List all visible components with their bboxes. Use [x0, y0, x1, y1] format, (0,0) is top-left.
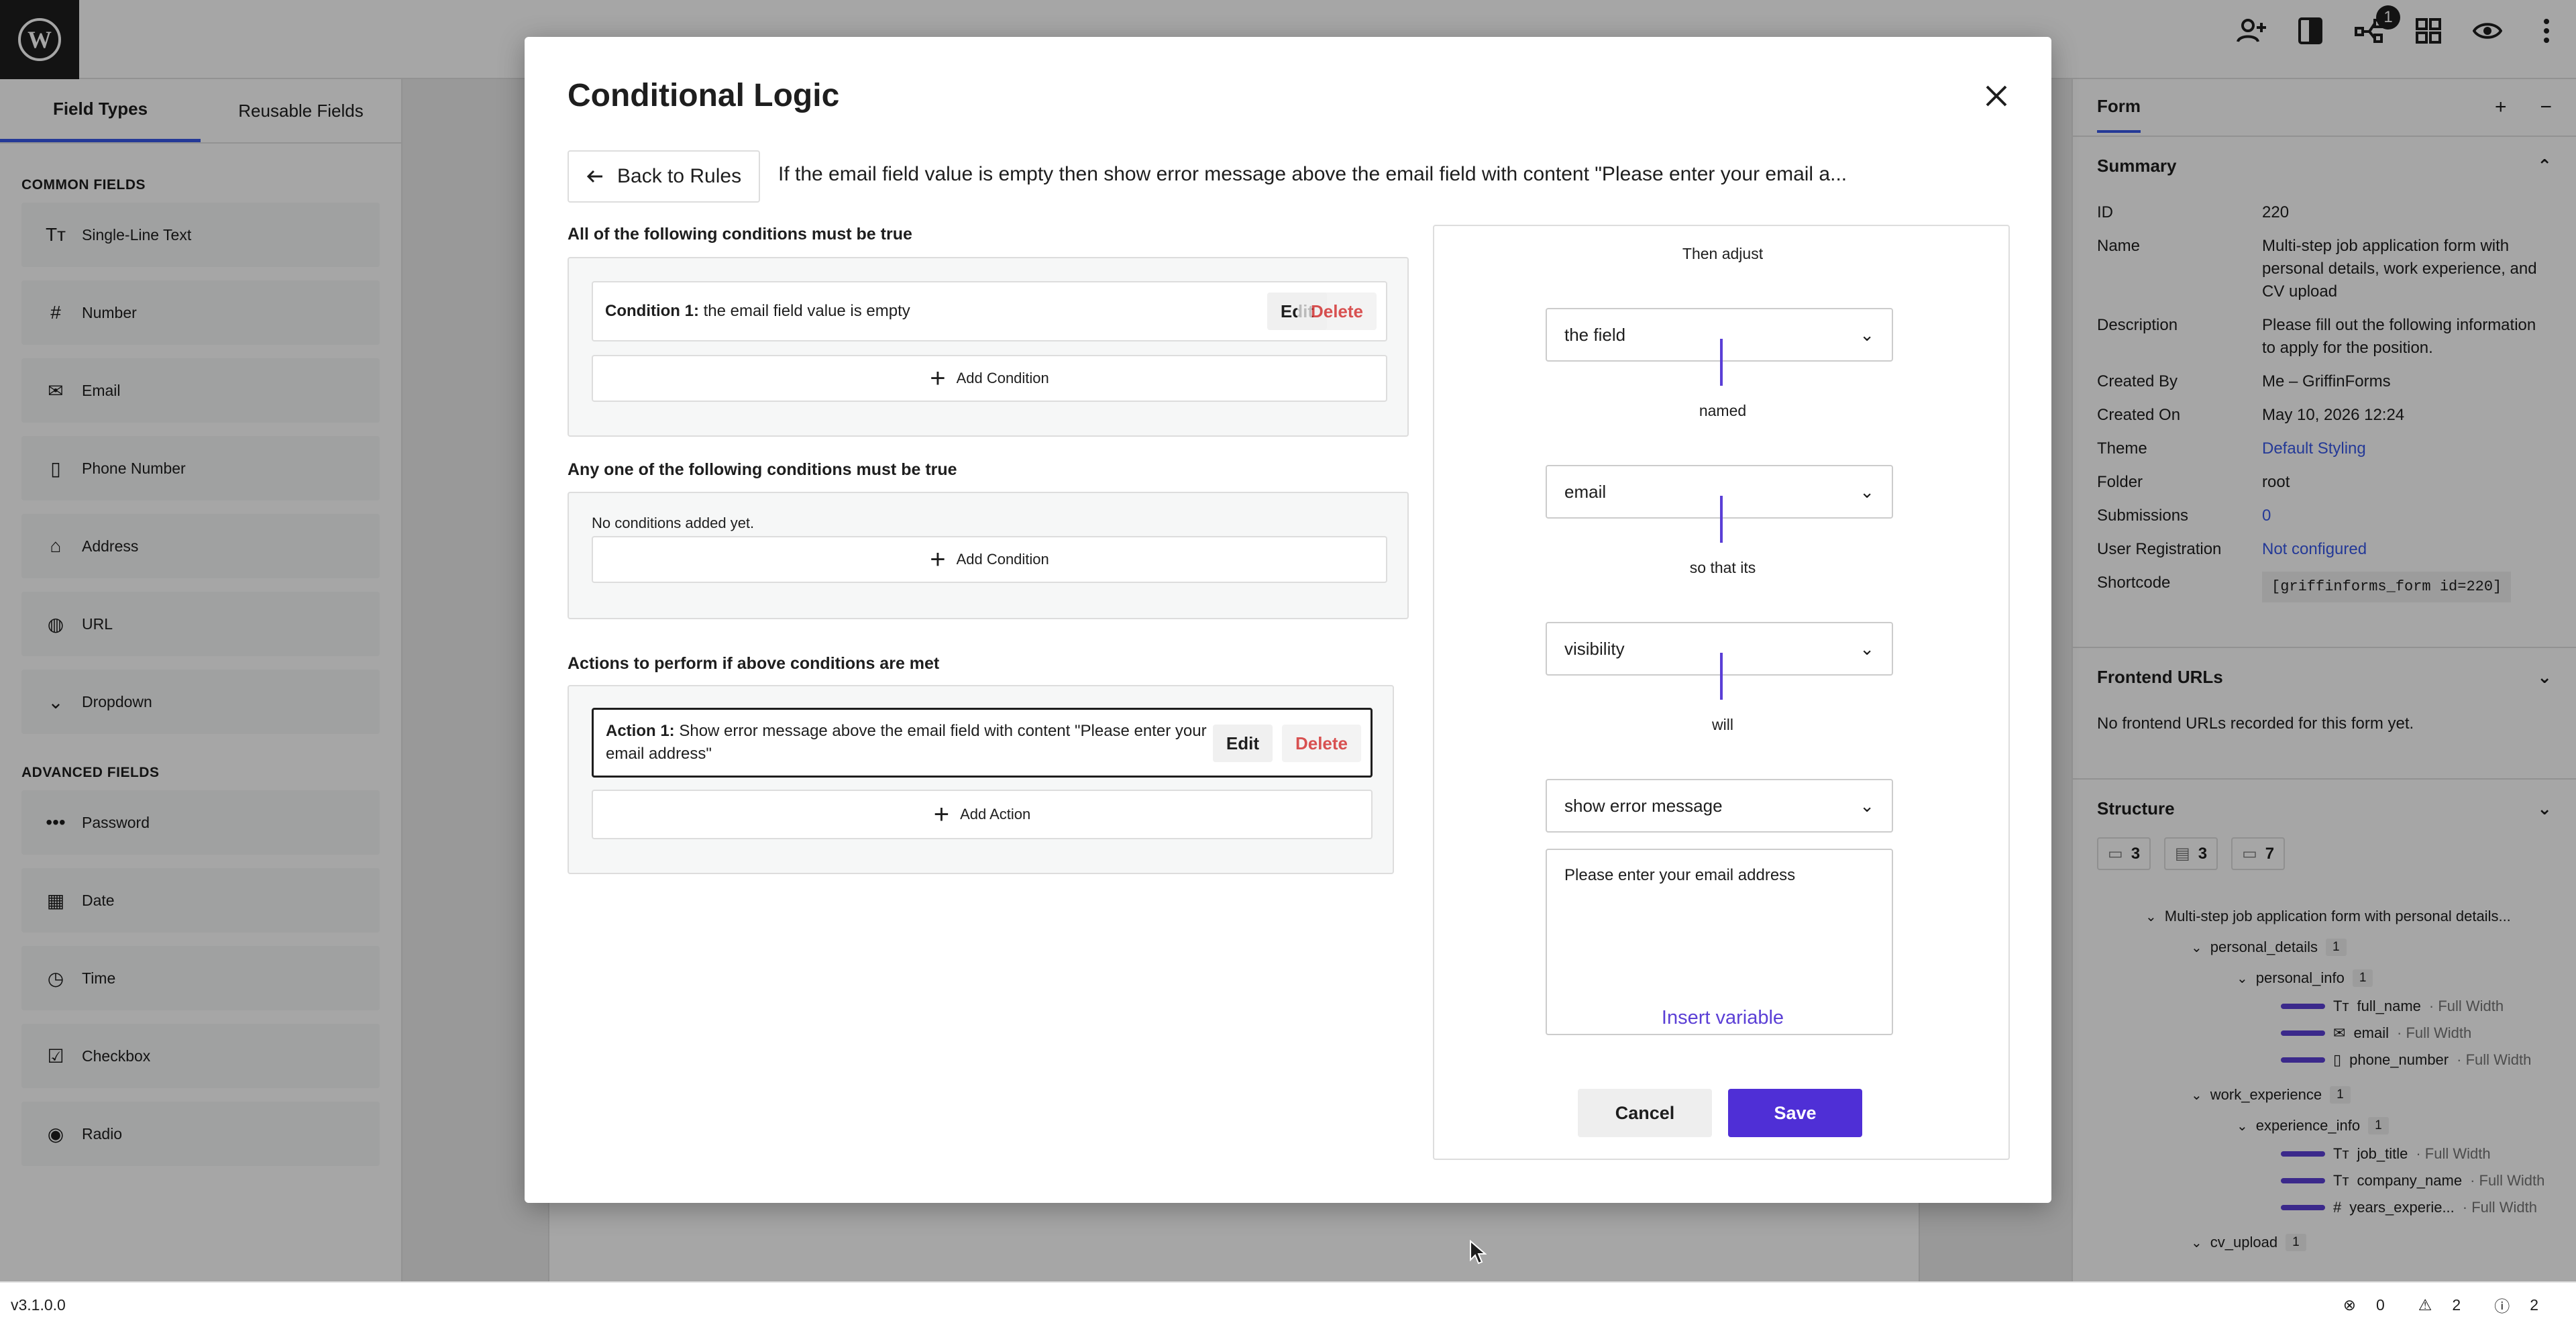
errors-indicator[interactable]: ⊗ 0	[2343, 1296, 2385, 1314]
no-conditions-note: No conditions added yet.	[592, 515, 755, 531]
target-type-select[interactable]: the field ⌄	[1546, 308, 1893, 362]
then-adjust-label: Then adjust	[1682, 245, 1764, 262]
info-icon: ⓘ	[2494, 1297, 2510, 1315]
save-button[interactable]: Save	[1728, 1089, 1862, 1137]
property-value: visibility	[1564, 638, 1625, 659]
condition-card[interactable]: Condition 1: the email field value is em…	[592, 281, 1387, 341]
plus-icon: +	[930, 364, 946, 393]
modal-title: Conditional Logic	[568, 78, 840, 113]
add-condition-button-all[interactable]: + Add Condition	[592, 355, 1387, 402]
connector-line	[1720, 339, 1723, 386]
rule-summary: If the email field value is empty then s…	[778, 163, 1847, 185]
action-card[interactable]: Action 1: Show error message above the e…	[592, 708, 1373, 778]
status-bar: v3.1.0.0 ⊗ 0 ⚠ 2 ⓘ 2	[0, 1281, 2576, 1327]
target-type-value: the field	[1564, 324, 1626, 345]
will-label: will	[1712, 716, 1733, 733]
action-text: Show error message above the email field…	[606, 722, 1207, 763]
effect-select[interactable]: show error message ⌄	[1546, 779, 1893, 833]
connector-line	[1720, 653, 1723, 700]
add-condition-button-any[interactable]: + Add Condition	[592, 536, 1387, 583]
info-indicator[interactable]: ⓘ 2	[2494, 1293, 2538, 1316]
error-icon: ⊗	[2343, 1295, 2356, 1314]
chevron-down-icon: ⌄	[1860, 638, 1874, 659]
arrow-left-icon	[586, 170, 602, 183]
condition-prefix: Condition 1:	[605, 302, 699, 320]
delete-action-button[interactable]: Delete	[1281, 725, 1361, 762]
effect-value: show error message	[1564, 795, 1723, 816]
action-builder-panel: Then adjust the field ⌄ named email ⌄ so t…	[1433, 225, 2010, 1160]
close-icon[interactable]	[1982, 81, 2011, 111]
action-prefix: Action 1:	[606, 722, 675, 740]
version-label: v3.1.0.0	[11, 1295, 66, 1314]
conditional-logic-modal: Conditional Logic Back to Rules If the e…	[525, 37, 2051, 1203]
all-conditions-group: Condition 1: the email field value is em…	[568, 257, 1409, 437]
plus-icon: +	[930, 545, 946, 574]
back-to-rules-label: Back to Rules	[617, 165, 742, 187]
chevron-down-icon: ⌄	[1860, 324, 1874, 345]
named-label: named	[1699, 402, 1747, 419]
insert-variable-link[interactable]: Insert variable	[1434, 1007, 2011, 1029]
plus-icon: +	[933, 800, 950, 829]
actions-group: Action 1: Show error message above the e…	[568, 685, 1394, 874]
any-conditions-group: No conditions added yet. + Add Condition	[568, 492, 1409, 619]
connector-line	[1720, 496, 1723, 543]
all-conditions-label: All of the following conditions must be …	[568, 225, 912, 244]
mouse-cursor-icon	[1469, 1239, 1487, 1269]
delete-condition-button[interactable]: Delete	[1297, 293, 1377, 330]
field-name-value: email	[1564, 481, 1607, 502]
field-name-select[interactable]: email ⌄	[1546, 465, 1893, 519]
warning-icon: ⚠	[2418, 1295, 2432, 1314]
property-select[interactable]: visibility ⌄	[1546, 622, 1893, 676]
add-action-button[interactable]: + Add Action	[592, 790, 1373, 839]
edit-action-button[interactable]: Edit	[1212, 725, 1273, 762]
condition-text: the email field value is empty	[698, 302, 910, 320]
any-conditions-label: Any one of the following conditions must…	[568, 460, 957, 479]
actions-label: Actions to perform if above conditions a…	[568, 654, 940, 673]
chevron-down-icon: ⌄	[1860, 481, 1874, 502]
warnings-indicator[interactable]: ⚠ 2	[2418, 1296, 2461, 1314]
back-to-rules-button[interactable]: Back to Rules	[568, 150, 761, 203]
so-that-its-label: so that its	[1689, 559, 1756, 576]
cancel-button[interactable]: Cancel	[1578, 1089, 1712, 1137]
chevron-down-icon: ⌄	[1860, 795, 1874, 816]
